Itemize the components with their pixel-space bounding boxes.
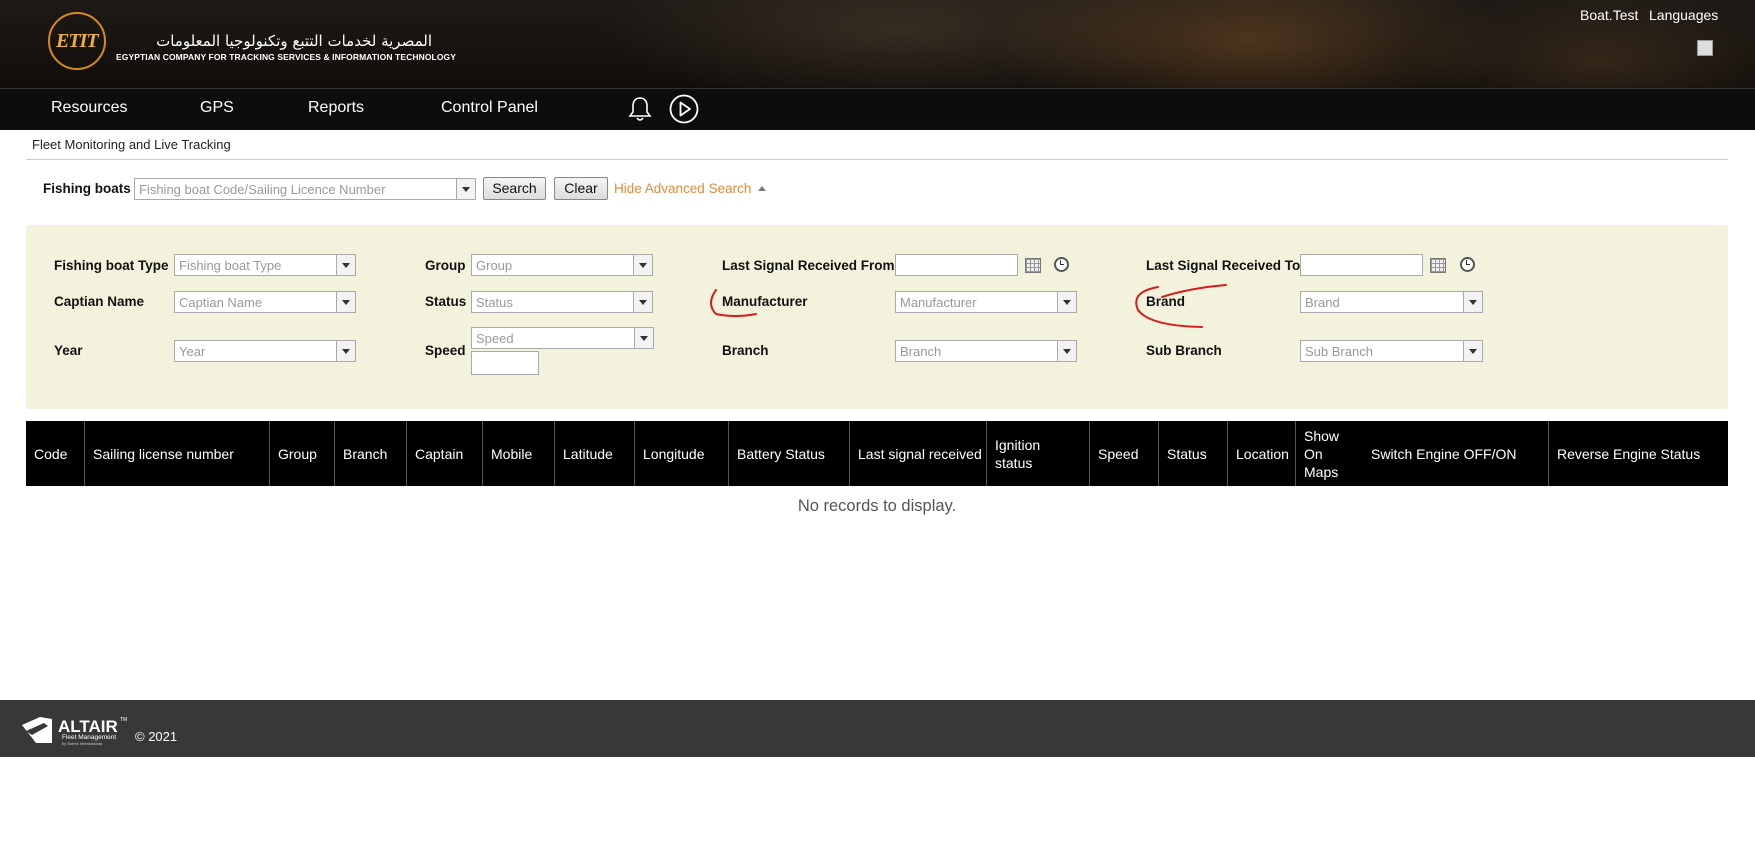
captain-name-select[interactable]: Captian Name — [174, 291, 356, 313]
last-signal-to-label: Last Signal Received To — [1146, 258, 1301, 273]
chevron-down-icon[interactable] — [633, 255, 652, 275]
status-select[interactable]: Status — [471, 291, 653, 313]
branch-select[interactable]: Branch — [895, 340, 1077, 362]
altair-logo-subtitle: Fleet Management — [62, 734, 116, 741]
nav-reports[interactable]: Reports — [308, 99, 364, 117]
status-placeholder: Status — [476, 295, 513, 310]
column-header[interactable]: Status — [1158, 421, 1227, 486]
chevron-down-icon[interactable] — [1057, 292, 1076, 312]
column-header[interactable]: Latitude — [554, 421, 634, 486]
column-header[interactable]: Show On Maps — [1295, 421, 1363, 486]
branch-label: Branch — [722, 343, 769, 358]
speed-value-input[interactable] — [471, 351, 539, 375]
group-label: Group — [425, 258, 466, 273]
sub-branch-select[interactable]: Sub Branch — [1300, 340, 1483, 362]
manufacturer-label: Manufacturer — [722, 294, 808, 309]
search-button[interactable]: Search — [483, 177, 546, 200]
column-header[interactable]: Ignition status — [986, 421, 1089, 486]
fishing-boat-type-placeholder: Fishing boat Type — [179, 258, 282, 273]
fishing-boat-type-label: Fishing boat Type — [54, 258, 169, 273]
advanced-search-panel — [26, 225, 1728, 409]
chevron-down-icon[interactable] — [1463, 292, 1482, 312]
speed-placeholder: Speed — [476, 331, 514, 346]
manufacturer-select[interactable]: Manufacturer — [895, 291, 1077, 313]
column-header[interactable]: Speed — [1089, 421, 1158, 486]
calendar-icon[interactable] — [1430, 258, 1446, 273]
speed-select[interactable]: Speed — [471, 327, 654, 349]
nav-control-panel[interactable]: Control Panel — [441, 99, 538, 117]
hide-advanced-search-link[interactable]: Hide Advanced Search — [614, 181, 751, 196]
speed-label: Speed — [425, 343, 466, 358]
user-account-link[interactable]: Boat.Test — [1580, 7, 1638, 23]
clear-button[interactable]: Clear — [554, 177, 608, 200]
company-name-english: EGYPTIAN COMPANY FOR TRACKING SERVICES &… — [116, 52, 457, 62]
sub-branch-label: Sub Branch — [1146, 343, 1222, 358]
altair-logo: ALTAIR TM Fleet Management by Sofrec Int… — [22, 717, 127, 746]
calendar-icon[interactable] — [1025, 258, 1041, 273]
year-label: Year — [54, 343, 83, 358]
group-select[interactable]: Group — [471, 254, 653, 276]
altair-logo-tm: TM — [120, 717, 127, 723]
column-header[interactable]: Group — [269, 421, 334, 486]
column-header[interactable]: Switch Engine OFF/ON — [1363, 421, 1548, 486]
play-circle-icon[interactable] — [668, 93, 700, 125]
company-logo: ETIT — [48, 12, 106, 70]
column-header[interactable]: Sailing license number — [84, 421, 269, 486]
page-title: Fleet Monitoring and Live Tracking — [32, 137, 231, 152]
fishing-boat-type-select[interactable]: Fishing boat Type — [174, 254, 356, 276]
copyright-text: © 2021 — [135, 729, 178, 744]
column-header[interactable]: Mobile — [482, 421, 554, 486]
brand-select[interactable]: Brand — [1300, 291, 1483, 313]
chevron-down-icon[interactable] — [634, 328, 653, 348]
column-header[interactable]: Captain — [406, 421, 482, 486]
fishing-boat-search-combo[interactable]: Fishing boat Code/Sailing Licence Number — [134, 178, 476, 200]
altair-logo-byline: by Sofrec International — [62, 741, 102, 746]
chevron-down-icon[interactable] — [336, 255, 355, 275]
nav-resources[interactable]: Resources — [51, 99, 127, 117]
company-name-arabic: المصرية لخدمات التتبع وتكنولوجيا المعلوم… — [156, 32, 432, 50]
bell-icon[interactable] — [628, 95, 652, 123]
manufacturer-placeholder: Manufacturer — [900, 295, 977, 310]
chevron-down-icon[interactable] — [336, 341, 355, 361]
year-placeholder: Year — [179, 344, 206, 359]
column-header[interactable]: Reverse Engine Status — [1548, 421, 1728, 486]
fishing-boats-label: Fishing boats — [43, 181, 131, 196]
captain-name-label: Captian Name — [54, 294, 145, 309]
branch-placeholder: Branch — [900, 344, 942, 359]
column-header[interactable]: Branch — [334, 421, 406, 486]
brand-placeholder: Brand — [1305, 295, 1340, 310]
sub-branch-placeholder: Sub Branch — [1305, 344, 1373, 359]
languages-link[interactable]: Languages — [1649, 7, 1718, 23]
chevron-down-icon[interactable] — [336, 292, 355, 312]
results-grid-header: Code Sailing license number Group Branch… — [26, 421, 1728, 486]
brand-label: Brand — [1146, 294, 1186, 309]
chevron-down-icon[interactable] — [456, 179, 475, 199]
column-header[interactable]: Last signal received — [849, 421, 986, 486]
year-select[interactable]: Year — [174, 340, 356, 362]
status-label: Status — [425, 294, 467, 309]
column-header[interactable]: Location — [1227, 421, 1295, 486]
column-header[interactable]: Battery Status — [728, 421, 849, 486]
chevron-down-icon[interactable] — [1463, 341, 1482, 361]
captain-name-placeholder: Captian Name — [179, 295, 263, 310]
clock-icon[interactable] — [1054, 257, 1069, 272]
clock-icon[interactable] — [1460, 257, 1475, 272]
last-signal-to-input[interactable] — [1300, 254, 1423, 276]
footer: ALTAIR TM Fleet Management by Sofrec Int… — [0, 700, 1755, 757]
column-header[interactable]: Longitude — [634, 421, 728, 486]
chevron-down-icon[interactable] — [633, 292, 652, 312]
last-signal-from-label: Last Signal Received From — [722, 258, 895, 273]
chevron-down-icon[interactable] — [1057, 341, 1076, 361]
group-placeholder: Group — [476, 258, 513, 273]
search-placeholder: Fishing boat Code/Sailing Licence Number — [139, 182, 386, 197]
last-signal-from-input[interactable] — [895, 254, 1018, 276]
broken-image-icon — [1697, 40, 1713, 56]
main-nav: Resources GPS Reports Control Panel — [0, 88, 1755, 130]
nav-gps[interactable]: GPS — [200, 99, 234, 117]
caret-up-icon[interactable] — [758, 186, 766, 191]
title-divider — [26, 159, 1728, 160]
column-header[interactable]: Code — [26, 421, 84, 486]
empty-grid-message: No records to display. — [797, 497, 957, 515]
header-banner: ETIT المصرية لخدمات التتبع وتكنولوجيا ال… — [0, 0, 1755, 88]
